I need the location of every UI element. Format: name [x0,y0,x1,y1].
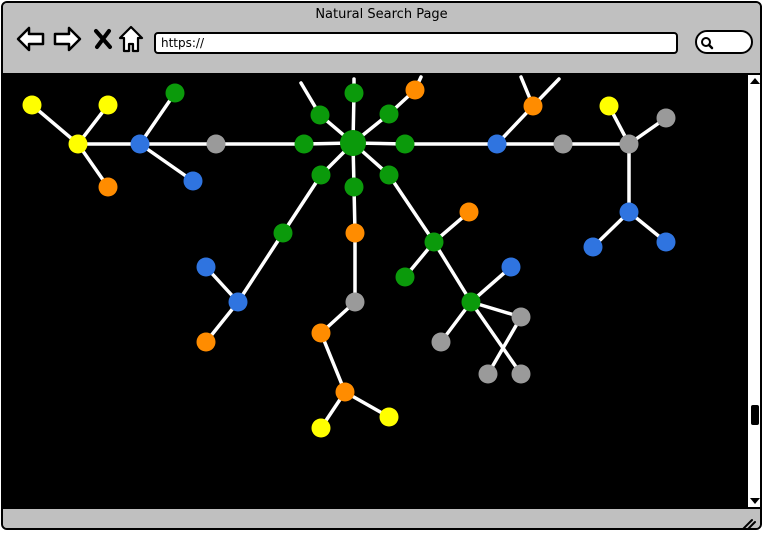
graph-node [431,332,451,352]
home-button[interactable] [115,23,147,55]
graph-node [619,134,639,154]
home-icon [118,25,144,53]
graph-node [424,232,444,252]
graph-node [345,223,365,243]
graph-node [183,171,203,191]
graph-node [130,134,150,154]
resize-grip-icon[interactable] [740,517,756,530]
graph-node [379,104,399,124]
graph-node [344,177,364,197]
graph-node [395,267,415,287]
back-arrow-icon [16,26,46,52]
title-bar: Natural Search Page https:// [3,3,760,75]
graph-edge [432,240,473,304]
graph-node [379,407,399,427]
forward-button[interactable] [51,23,83,55]
forward-arrow-icon [52,26,82,52]
graph-node [98,95,118,115]
graph-node [656,232,676,252]
graph-node [311,165,331,185]
graph-node [459,202,479,222]
graph-node [196,332,216,352]
graph-edge [281,173,323,235]
graph-node [656,108,676,128]
window-title: Natural Search Page [315,7,448,22]
close-icon [92,28,114,50]
graph-node [379,165,399,185]
graph-node [599,96,619,116]
address-bar[interactable]: https:// [154,32,678,54]
scroll-down-arrow-icon[interactable] [749,497,761,505]
graph-edge [319,331,347,394]
graph-edge [387,173,436,244]
scroll-up-arrow-icon[interactable] [749,77,761,85]
graph-node [273,223,293,243]
graph-node [619,202,639,222]
graph-node [310,105,330,125]
graph-node [395,134,415,154]
graph-node [405,80,425,100]
graph-node [294,134,314,154]
scroll-thumb[interactable] [751,405,759,425]
graph-node [311,418,331,438]
graph-node [345,292,365,312]
status-bar [3,507,760,530]
graph-node [98,177,118,197]
graph-node [553,134,573,154]
back-button[interactable] [15,23,47,55]
graph-node [206,134,226,154]
graph-node [165,83,185,103]
graph-node [501,257,521,277]
page-content[interactable] [3,75,746,507]
graph-node [68,134,88,154]
browser-window: Natural Search Page https:// [1,1,762,530]
search-button[interactable] [695,30,753,54]
graph-node [487,134,507,154]
graph-node [196,257,216,277]
graph-node [523,96,543,116]
graph-node [344,83,364,103]
vertical-scrollbar[interactable] [746,75,761,507]
graph-node [583,237,603,257]
graph-node [335,382,355,402]
network-graph [22,75,676,438]
graph-node [311,323,331,343]
graph-node [511,364,531,384]
graph-edge [236,231,285,304]
graph-node [340,130,366,156]
graph-node [511,307,531,327]
graph-node [478,364,498,384]
graph-node [22,95,42,115]
graph-edge [138,142,195,183]
graph-node [228,292,248,312]
graph-node [461,292,481,312]
